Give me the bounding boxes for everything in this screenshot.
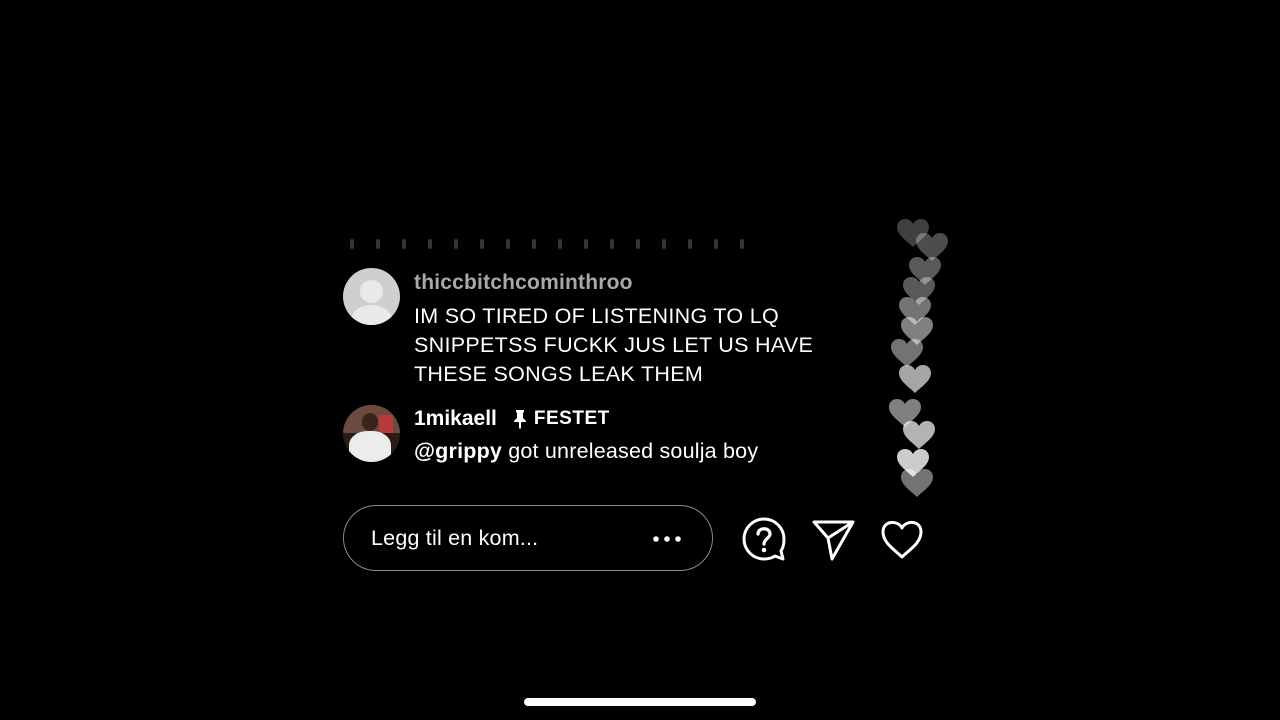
comment-username[interactable]: thiccbitchcominthroo [414, 271, 813, 295]
comment-item: thiccbitchcominthroo IM SO TIRED OF LIST… [343, 268, 813, 389]
comment-text: @grippy got unreleased soulja boy [414, 439, 759, 463]
user-avatar[interactable] [343, 405, 400, 462]
floating-hearts [889, 218, 948, 497]
default-avatar-icon[interactable] [343, 268, 400, 325]
home-indicator[interactable] [524, 698, 756, 706]
mention-link[interactable]: @grippy [414, 439, 502, 463]
comment-username[interactable]: 1mikaell [414, 407, 497, 431]
comment-input-placeholder: Legg til en kom... [371, 526, 539, 550]
faded-previous-comment [350, 236, 790, 250]
comment-input[interactable]: Legg til en kom... [343, 505, 713, 571]
pinned-label: FESTET [533, 408, 610, 429]
pin-icon [513, 410, 526, 429]
comment-text: IM SO TIRED OF LISTENING TO LQ SNIPPETSS… [414, 304, 814, 386]
heart-icon[interactable] [879, 516, 925, 562]
question-icon[interactable] [741, 516, 787, 562]
more-dots-icon[interactable] [653, 536, 681, 542]
pinned-comment-item: 1mikaell FESTET @grippy got unreleased s… [343, 405, 758, 464]
send-icon[interactable] [810, 516, 856, 562]
